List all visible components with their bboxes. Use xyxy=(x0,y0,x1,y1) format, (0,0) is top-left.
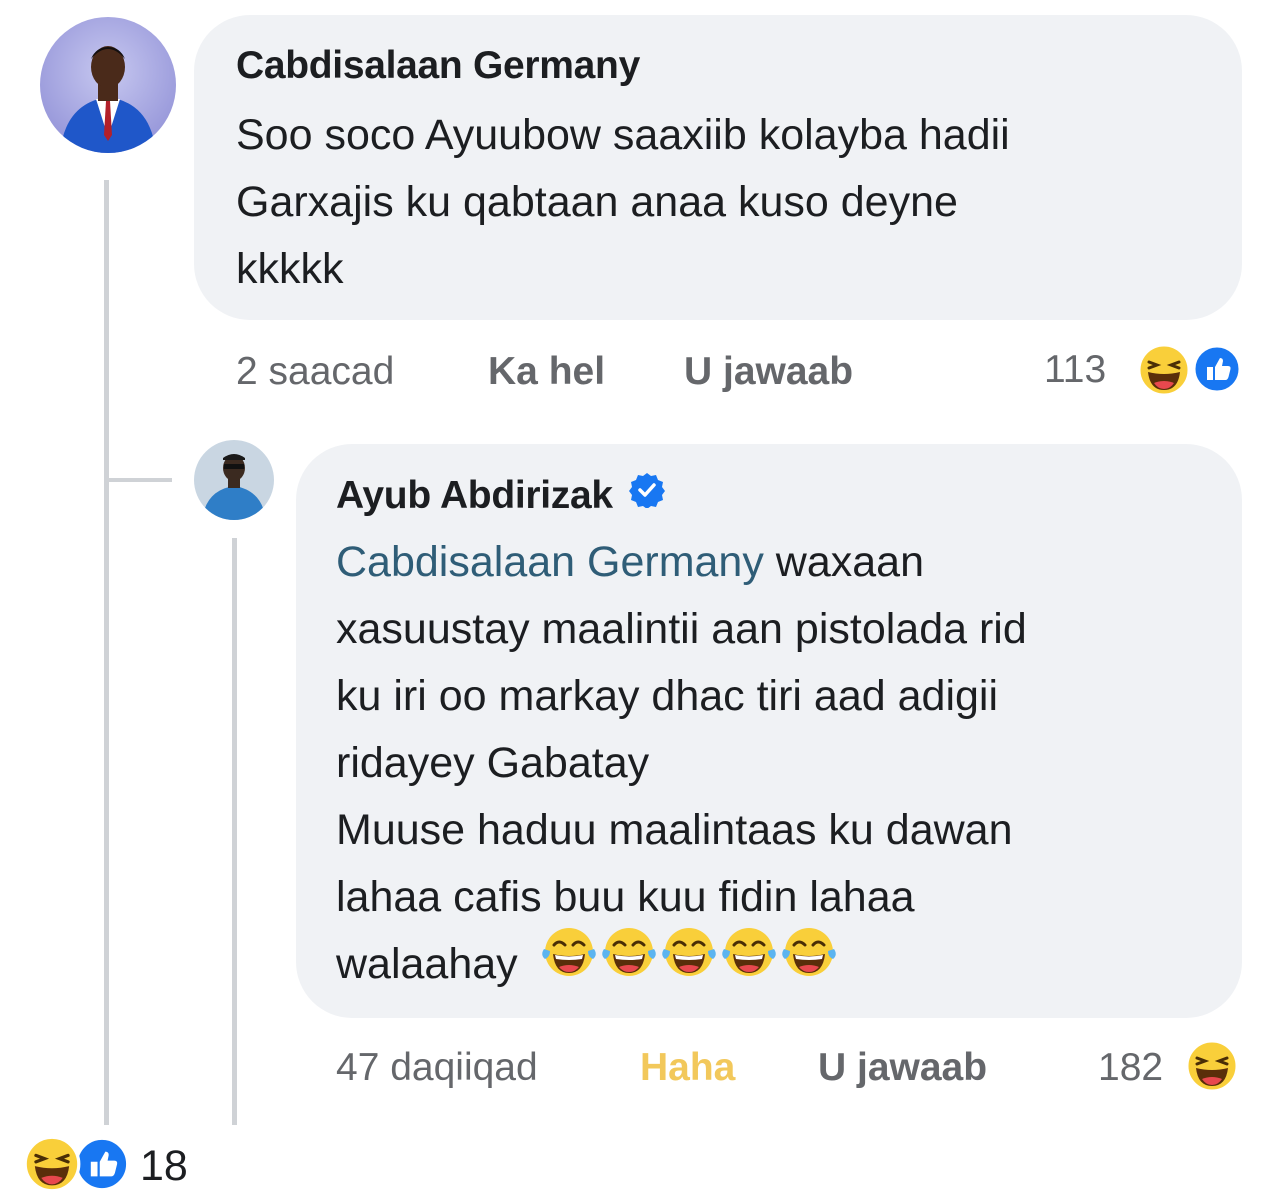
reply-text-first-line: Cabdisalaan Germany waxaan xyxy=(336,529,1027,596)
thread-line-main xyxy=(104,180,109,1125)
comment-author-name[interactable]: Cabdisalaan Germany xyxy=(236,44,640,88)
reply-button[interactable]: U jawaab xyxy=(684,350,853,394)
like-icon xyxy=(74,1136,130,1197)
reply-text-line: waxaan xyxy=(763,538,925,586)
avatar-cabdisalaan[interactable] xyxy=(40,17,176,153)
reply-text-line: ku iri oo markay dhac tiri aad adigii xyxy=(336,672,999,720)
reply-text-line: walaahay xyxy=(336,940,518,988)
tears-of-joy-icon xyxy=(720,923,778,1001)
reply-text-line: ridayey Gabatay xyxy=(336,739,650,787)
reply-text-line: xasuustay maalintii aan pistolada rid xyxy=(336,605,1027,653)
reply-timestamp[interactable]: 47 daqiiqad xyxy=(336,1046,538,1090)
verified-badge-icon xyxy=(629,472,666,518)
reply-reactions[interactable]: 182 xyxy=(1098,1036,1248,1094)
reply-text-line: lahaa cafis buu kuu fidin lahaa xyxy=(336,873,915,921)
tears-of-joy-icon xyxy=(660,923,718,1001)
tears-of-joy-icon xyxy=(780,923,838,1001)
post-reaction-count: 18 xyxy=(140,1142,188,1190)
comment-text-line: Garxajis ku qabtaan anaa kuso deyne xyxy=(236,178,958,226)
reply-text: Cabdisalaan Germany waxaan xasuustay maa… xyxy=(336,529,1027,1001)
reaction-count: 182 xyxy=(1098,1046,1164,1089)
reply-text-line: Muuse haduu maalintaas ku dawan xyxy=(336,806,1013,854)
avatar-ayub[interactable] xyxy=(194,440,274,520)
haha-icon xyxy=(1184,1038,1240,1099)
like-button[interactable]: Ka hel xyxy=(488,350,605,394)
comment-text-line: Soo soco Ayuubow saaxiib kolayba hadii xyxy=(236,111,1010,159)
comment-text-line: kkkkk xyxy=(236,245,344,293)
haha-icon xyxy=(1136,342,1192,403)
reply-author-label: Ayub Abdirizak xyxy=(336,474,613,517)
thread-line-reply xyxy=(232,538,237,1125)
haha-icon xyxy=(22,1134,82,1199)
emoji-row xyxy=(540,923,840,1001)
like-icon xyxy=(1192,344,1242,399)
reply-button[interactable]: U jawaab xyxy=(818,1046,987,1090)
thread-line-branch xyxy=(104,478,172,482)
reply-text-last-line: walaahay xyxy=(336,927,1027,1001)
mention-link[interactable]: Cabdisalaan Germany xyxy=(336,538,764,586)
comment-timestamp[interactable]: 2 saacad xyxy=(236,350,394,394)
comment-reactions[interactable]: 113 xyxy=(1044,340,1244,399)
reaction-count: 113 xyxy=(1044,348,1107,391)
comment-text: Soo soco Ayuubow saaxiib kolayba hadii G… xyxy=(236,102,1010,303)
haha-reaction-button[interactable]: Haha xyxy=(640,1046,735,1090)
post-reactions[interactable]: 18 xyxy=(22,1132,222,1196)
tears-of-joy-icon xyxy=(600,923,658,1001)
reply-author-name[interactable]: Ayub Abdirizak xyxy=(336,472,666,518)
tears-of-joy-icon xyxy=(540,923,598,1001)
